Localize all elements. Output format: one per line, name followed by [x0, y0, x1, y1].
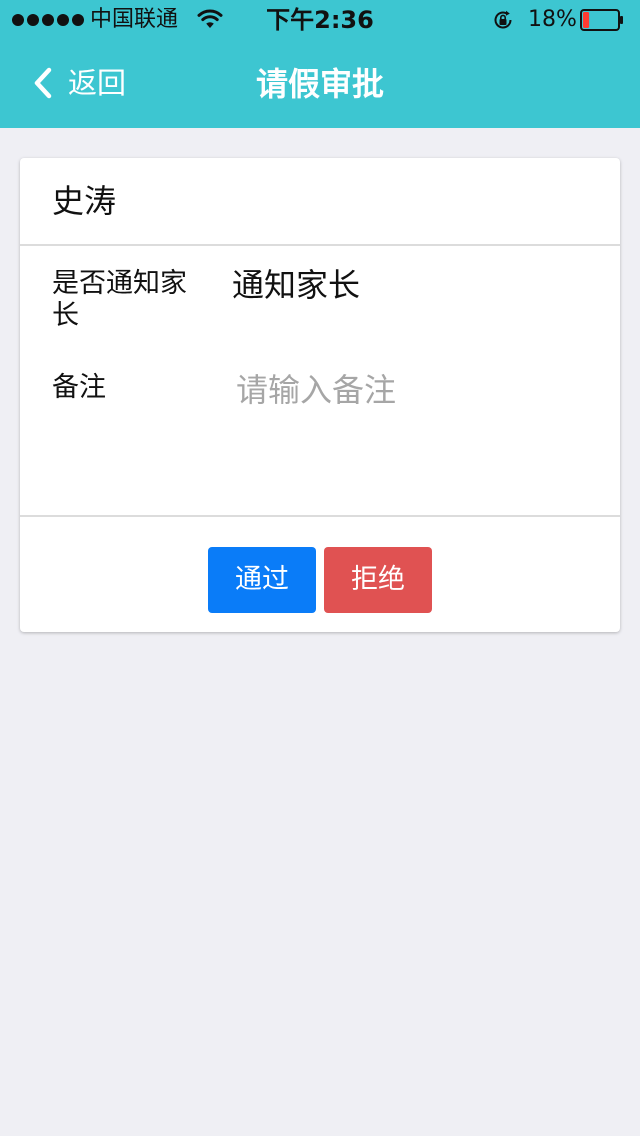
status-bar: 中国联通 下午2:36 18% — [0, 0, 640, 40]
card-header: 史涛 — [20, 158, 620, 246]
reject-button[interactable]: 拒绝 — [324, 547, 432, 613]
card-actions: 通过 拒绝 — [20, 515, 620, 632]
rotation-lock-icon — [494, 10, 512, 29]
battery-percent: 18% — [528, 7, 577, 32]
battery-icon — [580, 9, 623, 31]
notify-parent-label: 是否通知家长 — [52, 268, 187, 331]
remark-input[interactable] — [232, 366, 596, 486]
notify-parent-option[interactable]: 通知家长 — [232, 264, 360, 306]
student-name: 史涛 — [52, 182, 117, 220]
app-header: 中国联通 下午2:36 18% 返回 请假审批 — [0, 0, 640, 128]
approve-button[interactable]: 通过 — [208, 547, 316, 613]
remark-label: 备注 — [52, 372, 106, 403]
approval-card: 史涛 是否通知家长 通知家长 备注 通过 拒绝 — [20, 158, 620, 632]
page-title: 请假审批 — [255, 65, 384, 103]
